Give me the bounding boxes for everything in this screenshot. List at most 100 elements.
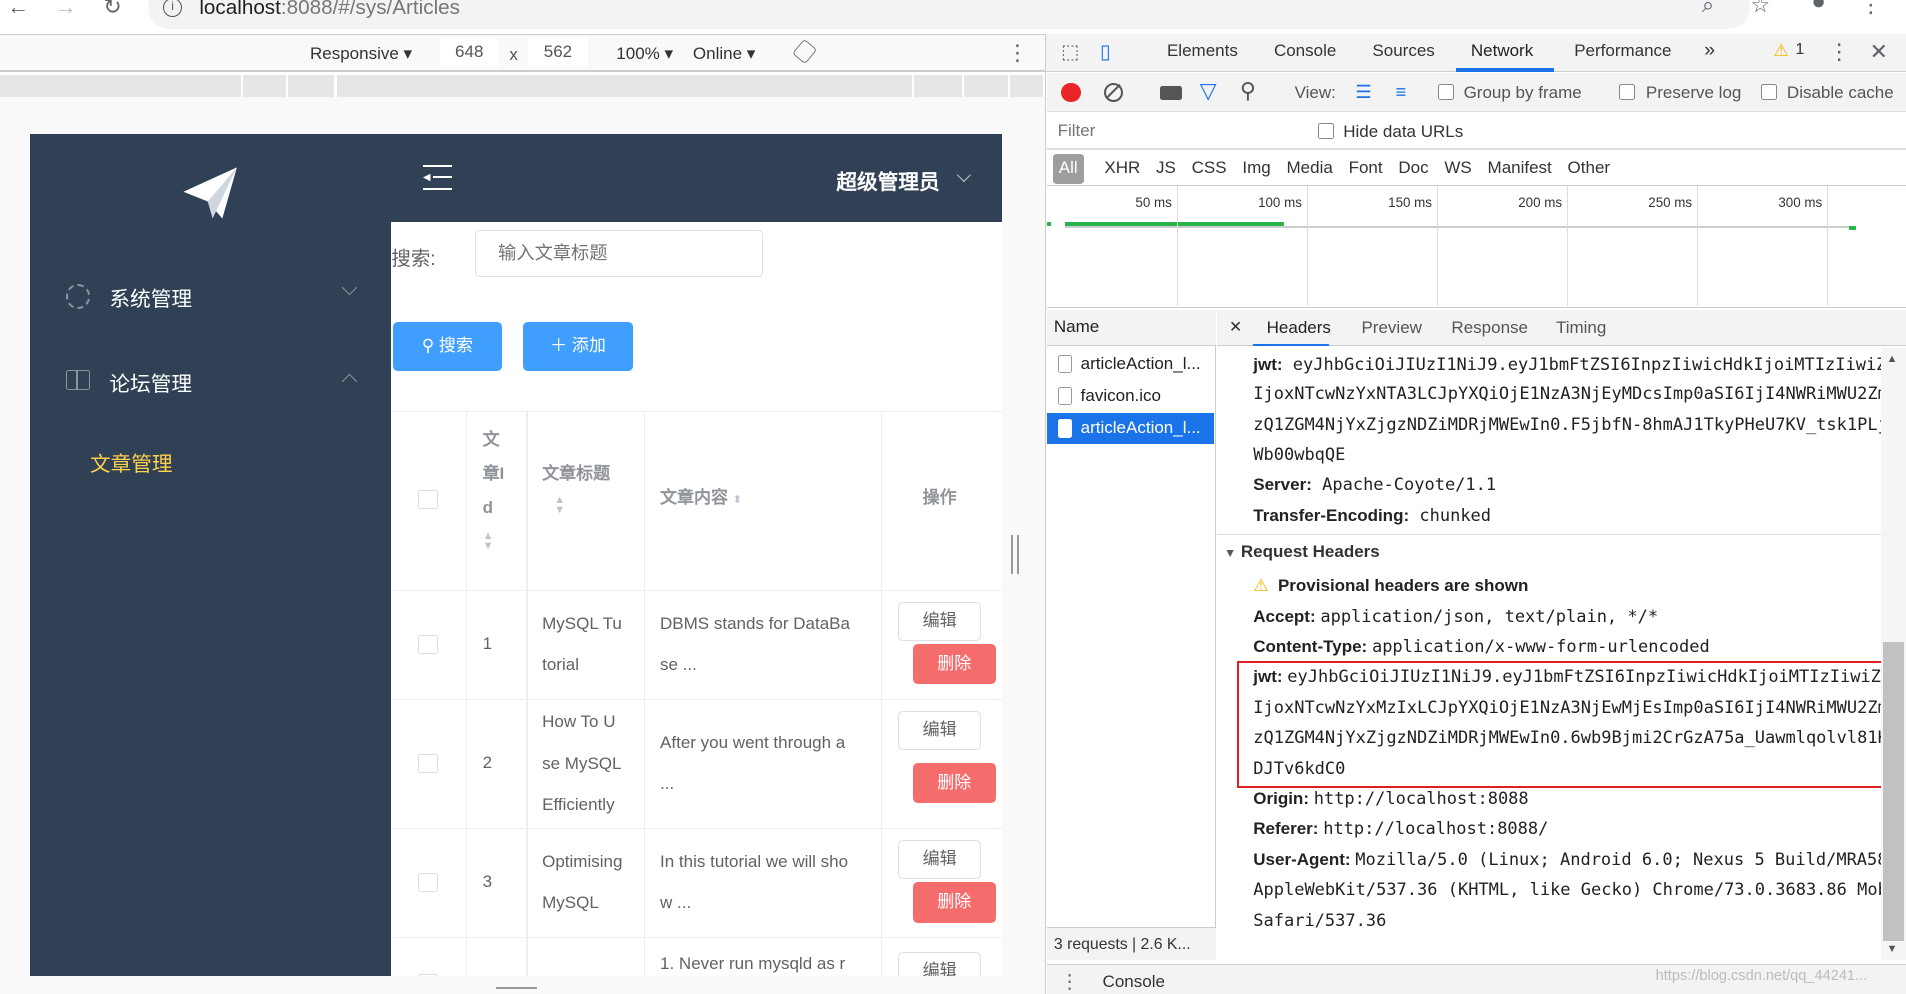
media-query-bar[interactable]	[0, 75, 1043, 98]
type-filter-doc[interactable]: Doc	[1392, 154, 1434, 183]
inspect-element-icon[interactable]: ⬚	[1061, 40, 1079, 64]
search-label: 搜索:	[391, 247, 436, 270]
sidebar-item-forum[interactable]: 论坛管理	[30, 354, 391, 407]
address-bar[interactable]: i localhost:8088/#/sys/Articles	[148, 0, 1751, 30]
device-height-input[interactable]: 562	[527, 37, 589, 67]
column-header-content[interactable]: 文章内容 ⬍	[660, 481, 742, 517]
row-checkbox[interactable]	[418, 872, 438, 893]
user-menu[interactable]: 超级管理员	[836, 165, 939, 195]
throttle-select[interactable]: Online ▾	[693, 44, 755, 64]
column-header-title[interactable]: 文章标题 ▲ ▼	[542, 457, 610, 515]
request-headers-toggle[interactable]: ▼ Request Headers	[1224, 542, 1380, 562]
delete-button[interactable]: 删除	[912, 882, 996, 923]
tab-performance[interactable]: Performance	[1574, 41, 1671, 61]
group-by-frame-checkbox[interactable]	[1438, 83, 1454, 100]
avatar-icon[interactable]: ●	[1811, 0, 1826, 15]
row-checkbox[interactable]	[418, 753, 438, 774]
tab-sources[interactable]: Sources	[1372, 41, 1434, 61]
browser-menu-icon[interactable]: ⋮	[1860, 0, 1882, 17]
cell-title: MySQL Tu torial	[542, 613, 622, 675]
sort-icon[interactable]: ▲ ▼	[554, 494, 610, 515]
drawer-menu-icon[interactable]: ⋮	[1060, 970, 1079, 994]
select-all-checkbox[interactable]	[418, 489, 438, 510]
search-button[interactable]: ⚲ 搜索	[392, 322, 502, 371]
zoom-icon[interactable]: ⌕	[1702, 0, 1714, 17]
record-button[interactable]	[1061, 82, 1081, 103]
chevron-down-icon[interactable]	[957, 168, 971, 182]
type-filter-manifest[interactable]: Manifest	[1481, 154, 1557, 183]
hide-data-urls-checkbox[interactable]	[1317, 122, 1334, 139]
search-input[interactable]	[475, 229, 764, 278]
tab-headers[interactable]: Headers	[1267, 318, 1331, 338]
request-row[interactable]: articleAction_l...	[1047, 349, 1215, 379]
tab-preview[interactable]: Preview	[1361, 318, 1421, 338]
device-bottom-handle[interactable]	[495, 987, 538, 990]
sidebar-subitem-articles[interactable]: 文章管理	[90, 447, 173, 477]
device-toggle-icon[interactable]: ▯	[1100, 40, 1111, 64]
device-resize-handle[interactable]	[1011, 534, 1019, 574]
type-filter-other[interactable]: Other	[1561, 154, 1616, 183]
more-tabs-button[interactable]: »	[1704, 39, 1715, 62]
column-header-id[interactable]: 文章Id ▲ ▼	[483, 423, 509, 552]
forward-icon[interactable]: →	[55, 0, 77, 19]
timeline-gridline	[1827, 185, 1829, 307]
type-filter-img[interactable]: Img	[1236, 154, 1276, 183]
row-checkbox[interactable]	[418, 634, 438, 654]
delete-button[interactable]: 删除	[912, 763, 996, 804]
jwt-highlight-box	[1237, 661, 1906, 788]
headers-scrollbar[interactable]: ▲ ▼	[1880, 347, 1906, 961]
type-filter-css[interactable]: CSS	[1186, 154, 1233, 183]
sort-icon[interactable]: ▲ ▼	[483, 531, 509, 552]
devtools-menu-icon[interactable]: ⋮	[1828, 39, 1850, 64]
device-width-input[interactable]: 648	[440, 37, 499, 67]
collapse-menu-icon[interactable]: ◀	[423, 165, 453, 190]
close-detail-icon[interactable]: ✕	[1229, 317, 1242, 337]
sidebar-item-label: 系统管理	[109, 287, 193, 311]
type-filter-js[interactable]: JS	[1150, 154, 1182, 183]
disable-cache-checkbox[interactable]	[1761, 83, 1778, 100]
waterfall-icon[interactable]: ≡	[1396, 81, 1407, 103]
search-icon[interactable]: ⚲	[1240, 78, 1256, 104]
back-icon[interactable]: ←	[7, 0, 29, 19]
zoom-select[interactable]: 100% ▾	[616, 44, 673, 64]
edit-button[interactable]: 编辑	[898, 711, 981, 750]
close-devtools-icon[interactable]: ✕	[1870, 39, 1888, 64]
request-row[interactable]: favicon.ico	[1047, 381, 1215, 411]
tab-timing[interactable]: Timing	[1556, 318, 1606, 338]
tab-response[interactable]: Response	[1451, 318, 1528, 338]
star-icon[interactable]: ☆	[1750, 0, 1770, 17]
warning-count[interactable]: 1	[1795, 41, 1804, 59]
sidebar-item-system[interactable]: 系统管理	[30, 270, 391, 323]
network-overview-timeline[interactable]: 50 ms 100 ms 150 ms 200 ms 250 ms 300 ms	[1046, 184, 1906, 308]
edit-button[interactable]: 编辑	[898, 951, 981, 977]
large-rows-icon[interactable]: ☰	[1355, 81, 1371, 103]
tab-elements[interactable]: Elements	[1167, 41, 1238, 61]
device-menu-icon[interactable]: ⋮	[1007, 40, 1029, 65]
request-row[interactable]: articleAction_l...	[1046, 413, 1215, 444]
drawer-tab-console[interactable]: Console	[1103, 972, 1165, 992]
reload-icon[interactable]: ↻	[103, 0, 121, 19]
preserve-log-checkbox[interactable]	[1619, 83, 1635, 100]
resource-type-filters: All XHR JS CSS Img Media Font Doc WS Manifest Othe…	[1052, 154, 1620, 184]
add-button[interactable]: ＋ 添加	[522, 322, 634, 371]
tab-network[interactable]: Network	[1471, 41, 1533, 61]
screenshot-camera-icon[interactable]	[1159, 86, 1182, 100]
edit-button[interactable]: 编辑	[898, 601, 981, 641]
filter-icon[interactable]: ▽	[1200, 78, 1217, 104]
row-checkbox[interactable]	[418, 973, 438, 977]
edit-button[interactable]: 编辑	[898, 839, 981, 879]
warning-icon[interactable]: ⚠	[1774, 41, 1789, 61]
type-filter-all[interactable]: All	[1052, 154, 1084, 184]
tab-console[interactable]: Console	[1274, 41, 1336, 61]
delete-button[interactable]: 删除	[912, 644, 996, 685]
type-filter-xhr[interactable]: XHR	[1098, 154, 1146, 183]
type-filter-font[interactable]: Font	[1343, 154, 1389, 183]
rotate-icon[interactable]	[791, 39, 818, 65]
name-column-header[interactable]: Name	[1054, 317, 1099, 337]
app-viewport: 系统管理 论坛管理 文章管理 ◀ 超级管理员 搜索: ⚲ 搜索 ＋ 添加 文章I…	[30, 133, 1002, 977]
type-filter-media[interactable]: Media	[1280, 154, 1338, 183]
filter-input[interactable]	[1052, 116, 1296, 146]
device-mode-select[interactable]: Responsive ▾	[310, 44, 412, 64]
info-icon[interactable]: i	[162, 0, 183, 17]
type-filter-ws[interactable]: WS	[1438, 154, 1478, 183]
